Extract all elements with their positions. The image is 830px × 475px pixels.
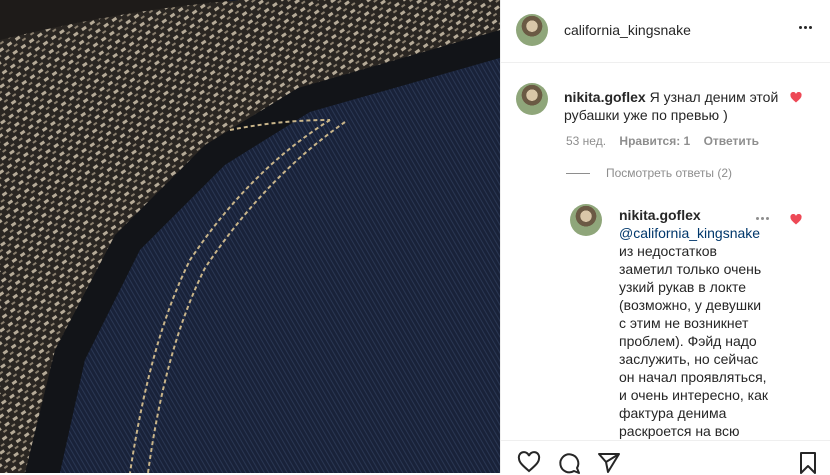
post-header: california_kingsnake xyxy=(501,0,830,63)
reply-mention[interactable]: @california_kingsnake xyxy=(619,225,760,241)
comments-panel: california_kingsnake nikita.goflex Я узн… xyxy=(500,0,830,475)
reply-avatar[interactable] xyxy=(570,204,602,236)
reply-comment: nikita.goflex @california_kingsnake из н… xyxy=(619,206,769,440)
reply-more-icon[interactable] xyxy=(756,217,776,225)
author-username[interactable]: california_kingsnake xyxy=(564,22,691,38)
comment-likes[interactable]: Нравится: 1 xyxy=(619,134,690,148)
comment-username[interactable]: nikita.goflex xyxy=(564,89,646,105)
comment-meta: 53 нед. Нравится: 1 Ответить xyxy=(566,134,769,148)
post-photo[interactable] xyxy=(0,0,500,473)
paper-plane-icon[interactable] xyxy=(597,451,621,475)
reply-text: из недостатков заметил только очень узки… xyxy=(619,243,768,439)
reply-username[interactable]: nikita.goflex xyxy=(619,207,701,223)
like-reply-heart-icon[interactable] xyxy=(790,214,802,226)
comment: nikita.goflex Я узнал деним этой рубашки… xyxy=(564,88,779,124)
view-replies-label: Посмотреть ответы (2) xyxy=(606,166,733,180)
author-avatar[interactable] xyxy=(516,14,548,46)
comment-time: 53 нед. xyxy=(566,134,607,148)
action-bar xyxy=(501,440,830,475)
replies-divider xyxy=(566,173,590,175)
like-comment-heart-icon[interactable] xyxy=(790,92,802,104)
view-replies-button[interactable]: Посмотреть ответы (2) xyxy=(566,166,732,180)
heart-outline-icon[interactable] xyxy=(517,451,541,475)
bookmark-icon[interactable] xyxy=(796,451,820,475)
comment-icon[interactable] xyxy=(557,451,581,475)
denim-jacket-image xyxy=(0,0,500,473)
commenter-avatar[interactable] xyxy=(516,83,548,115)
more-options-icon[interactable] xyxy=(799,26,819,34)
reply-button[interactable]: Ответить xyxy=(704,134,759,148)
